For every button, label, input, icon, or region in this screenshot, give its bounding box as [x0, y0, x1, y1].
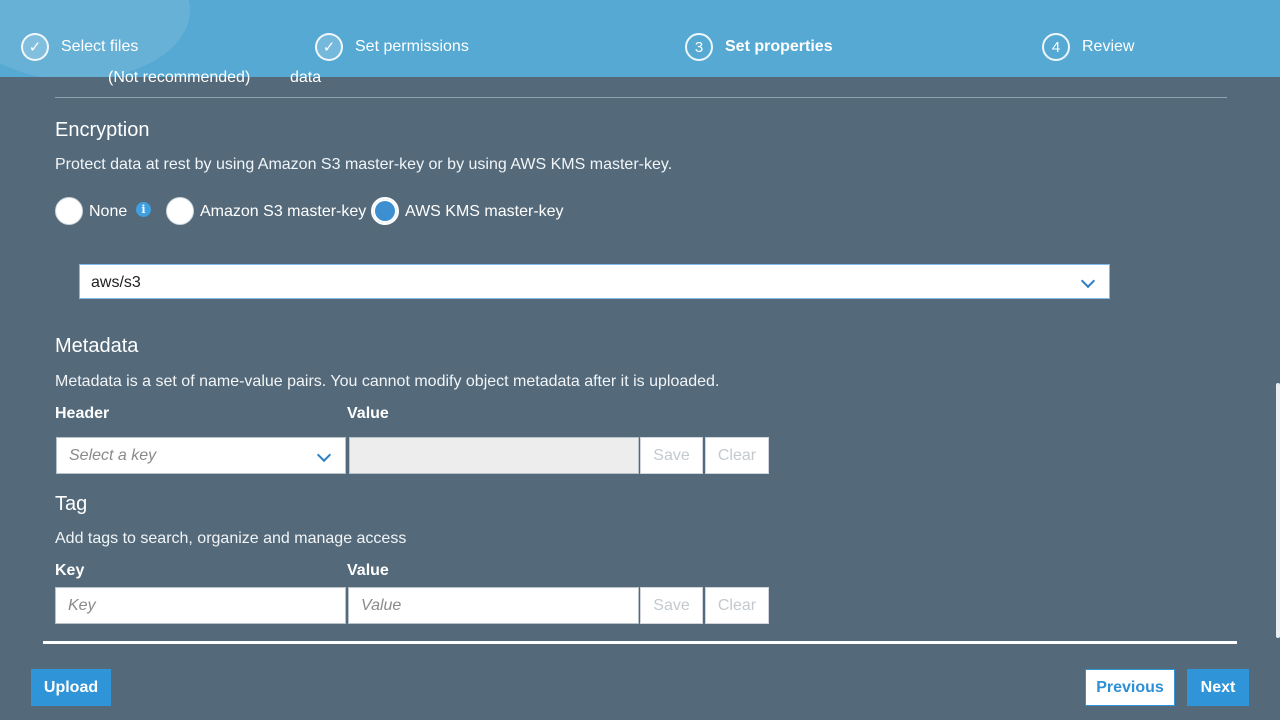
metadata-value-input[interactable] — [349, 437, 639, 474]
encryption-description: Protect data at rest by using Amazon S3 … — [55, 156, 673, 173]
radio-none[interactable] — [55, 197, 83, 225]
tag-clear-button[interactable]: Clear — [705, 587, 769, 624]
checkmark-icon: ✓ — [21, 33, 49, 61]
tag-value-label: Value — [347, 562, 389, 579]
cutoff-text-left: (Not recommended) — [108, 69, 251, 86]
metadata-title: Metadata — [55, 335, 139, 357]
metadata-save-button[interactable]: Save — [640, 437, 703, 474]
chevron-down-icon — [1080, 273, 1096, 289]
progress-stepper: ✓ Select files ✓ Set permissions 3 Set p… — [0, 0, 1280, 77]
next-button[interactable]: Next — [1187, 669, 1249, 706]
tag-value-input[interactable]: Value — [348, 587, 639, 624]
checkmark-icon: ✓ — [315, 33, 343, 61]
step-number: 4 — [1042, 33, 1070, 61]
tag-description: Add tags to search, organize and manage … — [55, 530, 407, 547]
metadata-header-label: Header — [55, 405, 110, 422]
tag-key-label: Key — [55, 562, 85, 579]
tag-value-placeholder: Value — [361, 597, 402, 614]
kms-key-select[interactable]: aws/s3 — [79, 264, 1110, 299]
tag-key-input[interactable]: Key — [55, 587, 346, 624]
tag-key-placeholder: Key — [68, 597, 96, 614]
tag-save-button[interactable]: Save — [640, 587, 703, 624]
kms-key-value: aws/s3 — [91, 274, 141, 291]
scrollbar[interactable] — [1276, 383, 1280, 638]
step-label: Set properties — [725, 38, 833, 55]
metadata-value-label: Value — [347, 405, 389, 422]
metadata-clear-button[interactable]: Clear — [705, 437, 769, 474]
encryption-title: Encryption — [55, 119, 150, 141]
step-label: Select files — [61, 38, 139, 55]
step-label: Review — [1082, 38, 1135, 55]
step-select-files[interactable]: ✓ Select files — [21, 0, 138, 77]
metadata-key-placeholder: Select a key — [69, 447, 157, 464]
metadata-key-select[interactable]: Select a key — [56, 437, 346, 474]
radio-label-amazon-s3[interactable]: Amazon S3 master-key — [200, 203, 366, 221]
radio-label-none[interactable]: None — [89, 203, 127, 221]
metadata-description: Metadata is a set of name-value pairs. Y… — [55, 373, 720, 390]
upload-button[interactable]: Upload — [31, 669, 111, 706]
step-number: 3 — [685, 33, 713, 61]
step-set-properties[interactable]: 3 Set properties — [685, 0, 833, 77]
step-set-permissions[interactable]: ✓ Set permissions — [315, 0, 469, 77]
info-icon[interactable]: i — [136, 202, 151, 217]
chevron-down-icon — [316, 447, 332, 463]
step-review[interactable]: 4 Review — [1042, 0, 1134, 77]
section-divider — [55, 97, 1227, 98]
cutoff-text-right: data — [290, 69, 322, 86]
tag-title: Tag — [55, 493, 88, 515]
step-label: Set permissions — [355, 38, 469, 55]
footer-divider — [43, 641, 1237, 644]
radio-aws-kms-master-key[interactable] — [371, 197, 399, 225]
previous-button[interactable]: Previous — [1085, 669, 1175, 706]
radio-label-aws-kms[interactable]: AWS KMS master-key — [405, 203, 564, 221]
radio-amazon-s3-master-key[interactable] — [166, 197, 194, 225]
